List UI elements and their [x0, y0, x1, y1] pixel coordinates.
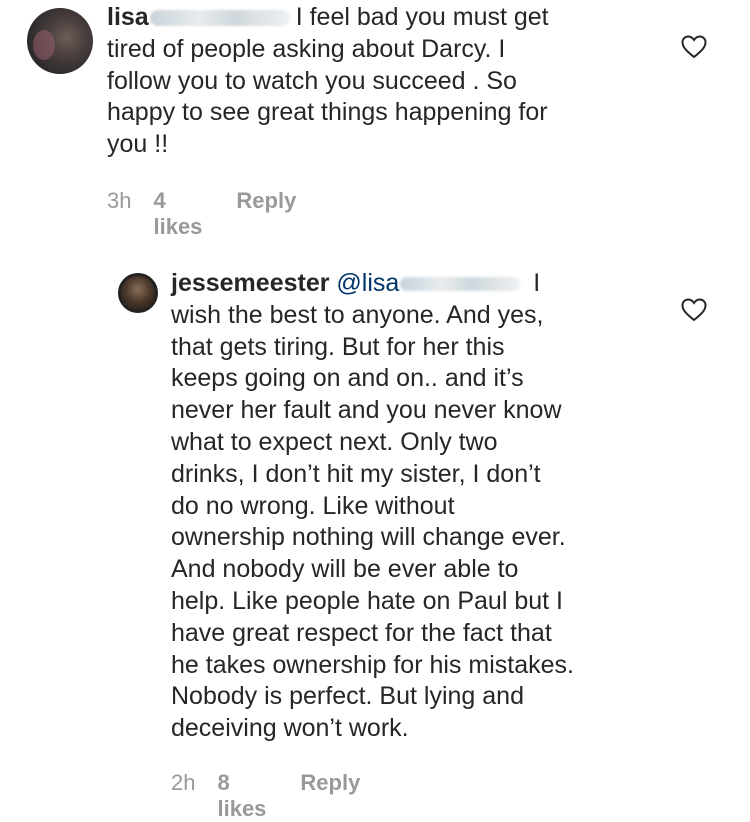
username[interactable]: jessemeester	[171, 269, 329, 297]
heart-outline-icon[interactable]	[681, 298, 707, 322]
comment-body: I feel bad you must get tired of people …	[107, 3, 549, 159]
comment-text: lisa I feel bad you must get tired of peo…	[107, 2, 667, 161]
avatar[interactable]	[27, 8, 93, 74]
timestamp: 2h	[171, 770, 196, 795]
username[interactable]: lisa	[107, 3, 149, 31]
comment-text: jessemeester @lisa I wish the best to an…	[171, 268, 671, 745]
likes-count[interactable]: 8 likes	[217, 770, 266, 822]
reply-button[interactable]: Reply	[236, 188, 296, 240]
heart-outline-icon[interactable]	[681, 35, 707, 59]
timestamp: 3h	[107, 188, 132, 213]
likes-count[interactable]: 4 likes	[153, 188, 202, 240]
redacted-mention-blur	[400, 277, 521, 292]
comment-body: I wish the best to anyone. And yes, that…	[171, 269, 574, 743]
reply-button[interactable]: Reply	[300, 770, 360, 822]
comment-meta: 2h 8 likes Reply	[171, 770, 360, 822]
redacted-username-blur	[149, 10, 290, 27]
avatar[interactable]	[118, 273, 158, 313]
comment-meta: 3h 4 likes Reply	[107, 188, 296, 240]
mention-link[interactable]: @lisa	[336, 269, 399, 297]
